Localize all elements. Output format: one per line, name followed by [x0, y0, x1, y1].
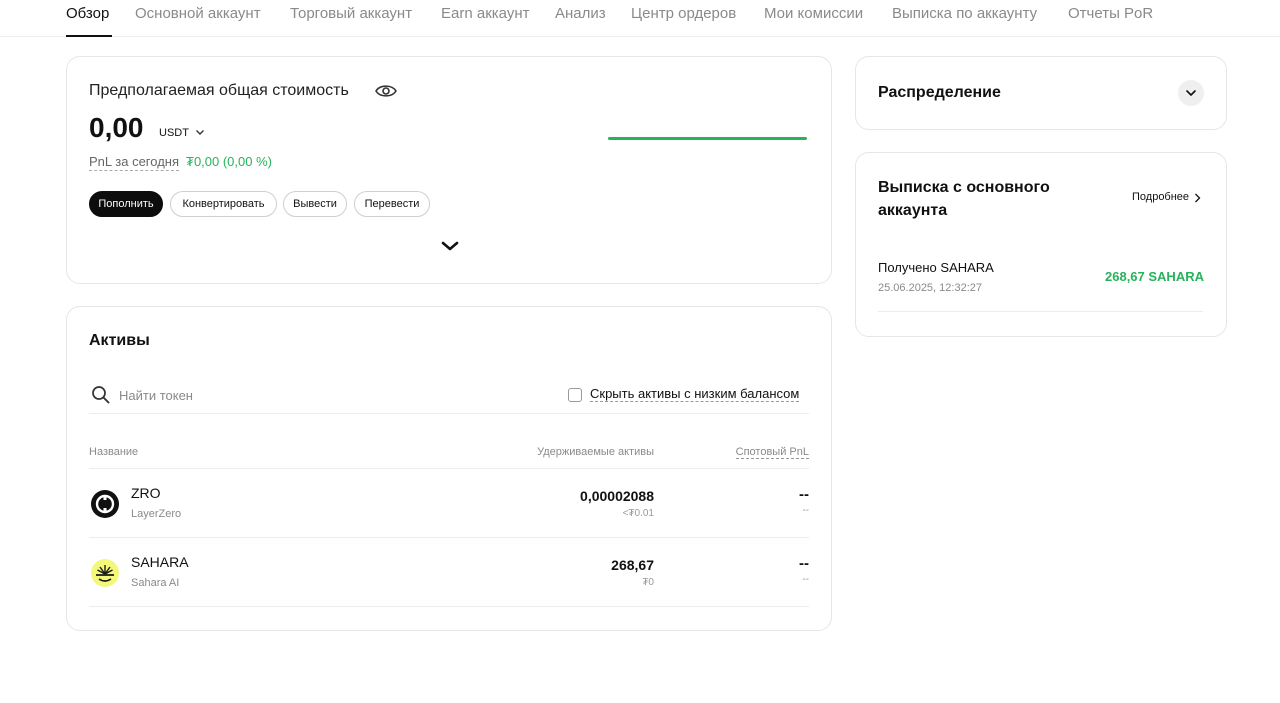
asset-row-sahara[interactable]: SAHARA Sahara AI 268,67 ₮0 -- --: [89, 538, 809, 607]
asset-spot-pnl-sub: --: [802, 505, 809, 516]
assets-card: Активы Скрыть активы с низким балансом Н…: [66, 306, 832, 631]
tab-por-reports[interactable]: Отчеты PoR: [1068, 5, 1153, 22]
tab-trading-account[interactable]: Торговый аккаунт: [290, 5, 412, 22]
withdraw-button[interactable]: Вывести: [283, 191, 347, 217]
asset-row-zro[interactable]: ZRO LayerZero 0,00002088 <₮0.01 -- --: [89, 469, 809, 538]
statement-more-link[interactable]: Подробнее: [1132, 191, 1189, 203]
pnl-today-label[interactable]: PnL за сегодня: [89, 154, 179, 171]
statement-title: Выписка с основного аккаунта: [878, 179, 1050, 219]
tab-order-center[interactable]: Центр ордеров: [631, 5, 736, 22]
statement-item-amount: 268,67 SAHARA: [1105, 269, 1204, 284]
chevron-down-icon[interactable]: [195, 127, 205, 137]
distribution-toggle-button[interactable]: [1178, 80, 1204, 106]
value-sparkline: [608, 137, 807, 140]
total-value-card: Предполагаемая общая стоимость 0,00 USDT…: [66, 56, 832, 284]
deposit-button[interactable]: Пополнить: [89, 191, 163, 217]
pnl-today-value: ₮0,00 (0,00 %): [186, 154, 272, 169]
currency-selector[interactable]: USDT: [159, 127, 189, 139]
statement-item-date: 25.06.2025, 12:32:27: [878, 282, 982, 294]
chevron-right-icon[interactable]: [1194, 193, 1201, 203]
tab-overview[interactable]: Обзор: [66, 5, 109, 22]
hide-low-balance-label[interactable]: Скрыть активы с низким балансом: [590, 386, 800, 402]
eye-icon[interactable]: [375, 83, 397, 99]
tab-my-fees[interactable]: Мои комиссии: [764, 5, 863, 22]
asset-name: LayerZero: [131, 508, 182, 520]
asset-spot-pnl: --: [799, 486, 809, 503]
token-search-input[interactable]: [119, 385, 419, 405]
asset-spot-pnl: --: [799, 555, 809, 572]
asset-value: <₮0.01: [622, 508, 654, 519]
account-tabs: Обзор Основной аккаунт Торговый аккаунт …: [0, 0, 1280, 37]
asset-amount: 0,00002088: [580, 488, 654, 504]
asset-symbol: ZRO: [131, 485, 161, 501]
convert-button[interactable]: Конвертировать: [170, 191, 277, 217]
hide-low-balance-checkbox[interactable]: [568, 388, 582, 402]
search-icon: [92, 386, 110, 404]
asset-symbol: SAHARA: [131, 554, 189, 570]
sahara-coin-icon: [91, 559, 119, 587]
distribution-title: Распределение: [878, 84, 1001, 101]
total-value-title: Предполагаемая общая стоимость: [89, 82, 349, 99]
search-divider: [89, 413, 809, 414]
asset-name: Sahara AI: [131, 577, 180, 589]
tab-account-statement[interactable]: Выписка по аккаунту: [892, 5, 1037, 22]
distribution-card: Распределение: [855, 56, 1227, 130]
column-header-spot-pnl[interactable]: Спотовый PnL: [735, 446, 809, 459]
column-header-holdings: Удерживаемые активы: [537, 446, 654, 458]
asset-value: ₮0: [642, 577, 654, 588]
column-header-name: Название: [89, 446, 139, 458]
zro-coin-icon: [91, 490, 119, 518]
statement-divider: [878, 311, 1203, 312]
statement-card: Выписка с основного аккаунта Подробнее П…: [855, 152, 1227, 337]
tab-earn-account[interactable]: Earn аккаунт: [441, 5, 529, 22]
tab-main-account[interactable]: Основной аккаунт: [135, 5, 261, 22]
asset-spot-pnl-sub: --: [802, 574, 809, 585]
statement-item-title: Получено SAHARA: [878, 260, 994, 275]
chevron-down-icon: [1186, 90, 1196, 96]
transfer-button[interactable]: Перевести: [354, 191, 430, 217]
assets-title: Активы: [89, 332, 150, 349]
total-value-amount: 0,00: [89, 112, 144, 143]
expand-chevron-icon[interactable]: [440, 240, 460, 252]
asset-amount: 268,67: [611, 557, 654, 573]
tab-analysis[interactable]: Анализ: [555, 5, 606, 22]
active-tab-indicator: [66, 35, 112, 37]
